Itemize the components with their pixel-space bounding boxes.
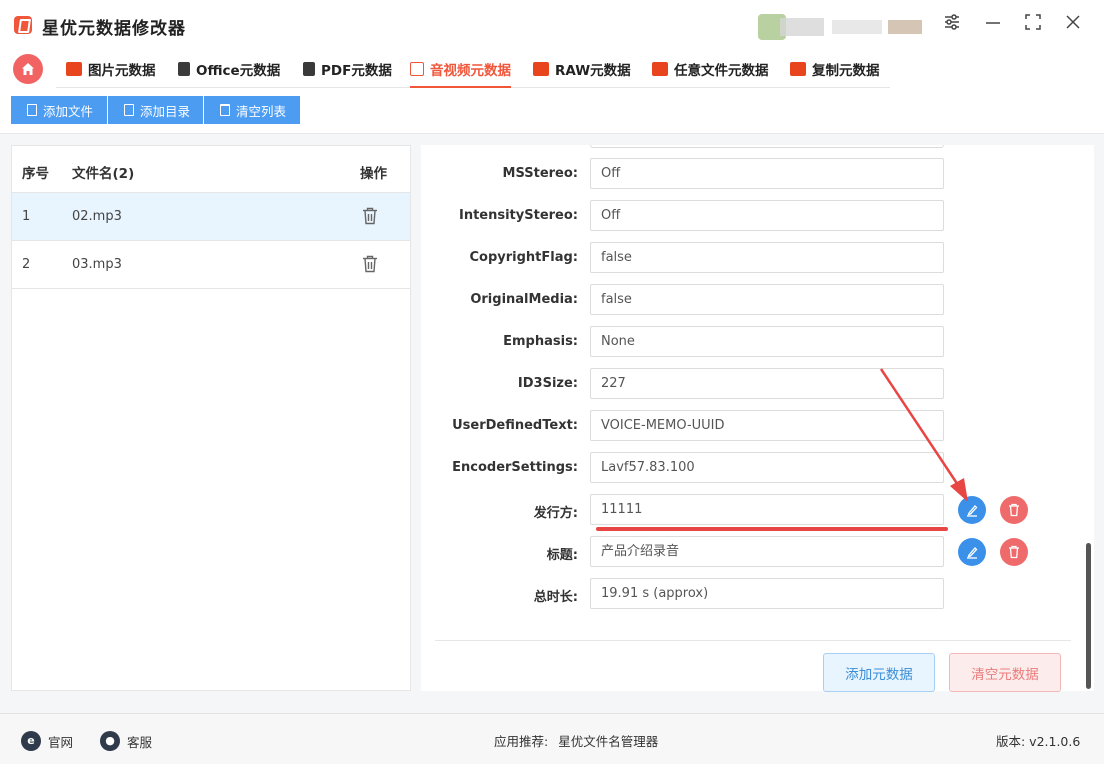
- col-filename: 文件名(2): [72, 166, 135, 182]
- status-bar: e 官网 ● 客服 应用推荐: 星优文件名管理器 版本: v2.1.0.6: [0, 713, 1104, 764]
- pencil-icon: [967, 505, 978, 517]
- metadata-row-intensitystereo: IntensityStereo: Off: [421, 200, 1041, 232]
- metadata-input[interactable]: false: [590, 284, 944, 315]
- stack-icon: [178, 62, 190, 76]
- divider: [435, 640, 1071, 641]
- metadata-input[interactable]: VOICE-MEMO-UUID: [590, 410, 944, 441]
- customer-service-link[interactable]: ● 客服: [100, 731, 152, 751]
- delete-button[interactable]: [1000, 496, 1028, 524]
- tab-office-metadata[interactable]: Office元数据: [178, 50, 280, 88]
- home-button[interactable]: [13, 54, 43, 84]
- metadata-input[interactable]: None: [590, 326, 944, 357]
- tab-av-metadata[interactable]: 音视频元数据: [410, 50, 511, 88]
- sliders-icon[interactable]: [940, 13, 964, 37]
- image-icon: [66, 62, 82, 76]
- clear-metadata-button[interactable]: 清空元数据: [949, 653, 1061, 692]
- edit-button[interactable]: [958, 538, 986, 566]
- metadata-row-duration: 总时长: 19.91 s (approx): [421, 578, 1041, 610]
- tab-image-metadata[interactable]: 图片元数据: [66, 50, 156, 88]
- tab-pdf-metadata[interactable]: PDF元数据: [303, 50, 392, 88]
- trash-icon[interactable]: [362, 207, 378, 225]
- col-action: 操作: [360, 166, 387, 182]
- pencil-icon: [967, 547, 978, 559]
- title-input[interactable]: 产品介绍录音: [590, 536, 944, 567]
- metadata-row-title: 标题: 产品介绍录音: [421, 536, 1041, 568]
- close-icon[interactable]: [1061, 13, 1085, 37]
- file-list: 序号 文件名(2) 操作 1 02.mp3 2 03.mp3: [11, 145, 411, 691]
- metadata-row-publisher: 发行方: 11111: [421, 494, 1041, 526]
- copy-icon: [790, 62, 806, 76]
- app-title: 星优元数据修改器: [42, 19, 186, 39]
- tab-copy-metadata[interactable]: 复制元数据: [790, 50, 880, 88]
- metadata-input[interactable]: Off: [590, 200, 944, 231]
- trash-icon[interactable]: [362, 255, 378, 273]
- metadata-row-msstereo: MSStereo: Off: [421, 158, 1041, 190]
- recommended-app-link[interactable]: 星优文件名管理器: [558, 731, 658, 750]
- highlight-underline: [596, 527, 948, 531]
- add-metadata-button[interactable]: 添加元数据: [823, 653, 935, 692]
- minimize-icon[interactable]: [981, 13, 1005, 37]
- add-directory-button[interactable]: 添加目录: [108, 96, 203, 124]
- trash-icon: [1009, 503, 1019, 517]
- tab-raw-metadata[interactable]: RAW元数据: [533, 50, 631, 88]
- metadata-row-originalmedia: OriginalMedia: false: [421, 284, 1041, 316]
- trash-icon: [1009, 545, 1019, 559]
- publisher-input[interactable]: 11111: [590, 494, 944, 525]
- metadata-panel: MSStereo: Off IntensityStereo: Off Copyr…: [421, 145, 1094, 692]
- raw-icon: [533, 62, 549, 76]
- chat-icon: ●: [100, 731, 120, 751]
- tab-any-file-metadata[interactable]: 任意文件元数据: [652, 50, 769, 88]
- table-row[interactable]: 1 02.mp3: [12, 193, 410, 241]
- metadata-input[interactable]: 227: [590, 368, 944, 399]
- stack-icon: [303, 62, 315, 76]
- clear-list-button[interactable]: 清空列表: [204, 96, 300, 124]
- app-logo-icon: [14, 16, 32, 34]
- file-icon: [124, 104, 134, 116]
- app-recommendation: 应用推荐: 星优文件名管理器: [494, 731, 658, 750]
- tab-bar: 图片元数据 Office元数据 PDF元数据 音视频元数据 RAW元数据 任意文…: [0, 50, 1104, 88]
- play-icon: [410, 62, 424, 76]
- file-icon: [652, 62, 668, 76]
- file-list-header: 序号 文件名(2) 操作: [12, 146, 410, 193]
- version-label: 版本: v2.1.0.6: [996, 734, 1081, 749]
- scrollbar[interactable]: [1083, 145, 1093, 691]
- col-index: 序号: [22, 166, 49, 182]
- metadata-input[interactable]: Off: [590, 158, 944, 189]
- metadata-row-copyrightflag: CopyrightFlag: false: [421, 242, 1041, 274]
- metadata-input[interactable]: Lavf57.83.100: [590, 452, 944, 483]
- metadata-row-id3size: ID3Size: 227: [421, 368, 1041, 400]
- delete-button[interactable]: [1000, 538, 1028, 566]
- website-link[interactable]: e 官网: [21, 731, 73, 751]
- browser-icon: e: [21, 731, 41, 751]
- account-avatar[interactable]: [758, 10, 924, 40]
- title-bar: 星优元数据修改器: [0, 0, 1104, 50]
- metadata-input[interactable]: 19.91 s (approx): [590, 578, 944, 609]
- edit-button[interactable]: [958, 496, 986, 524]
- file-icon: [27, 104, 37, 116]
- metadata-row-encodersettings: EncoderSettings: Lavf57.83.100: [421, 452, 1041, 484]
- add-file-button[interactable]: 添加文件: [11, 96, 107, 124]
- metadata-input[interactable]: [590, 145, 944, 148]
- table-row[interactable]: 2 03.mp3: [12, 241, 410, 289]
- toolbar: 添加文件 添加目录 清空列表: [0, 88, 1104, 134]
- metadata-input[interactable]: false: [590, 242, 944, 273]
- metadata-row-emphasis: Emphasis: None: [421, 326, 1041, 358]
- metadata-row-userdefinedtext: UserDefinedText: VOICE-MEMO-UUID: [421, 410, 1041, 442]
- maximize-icon[interactable]: [1021, 13, 1045, 37]
- trash-icon: [220, 104, 230, 116]
